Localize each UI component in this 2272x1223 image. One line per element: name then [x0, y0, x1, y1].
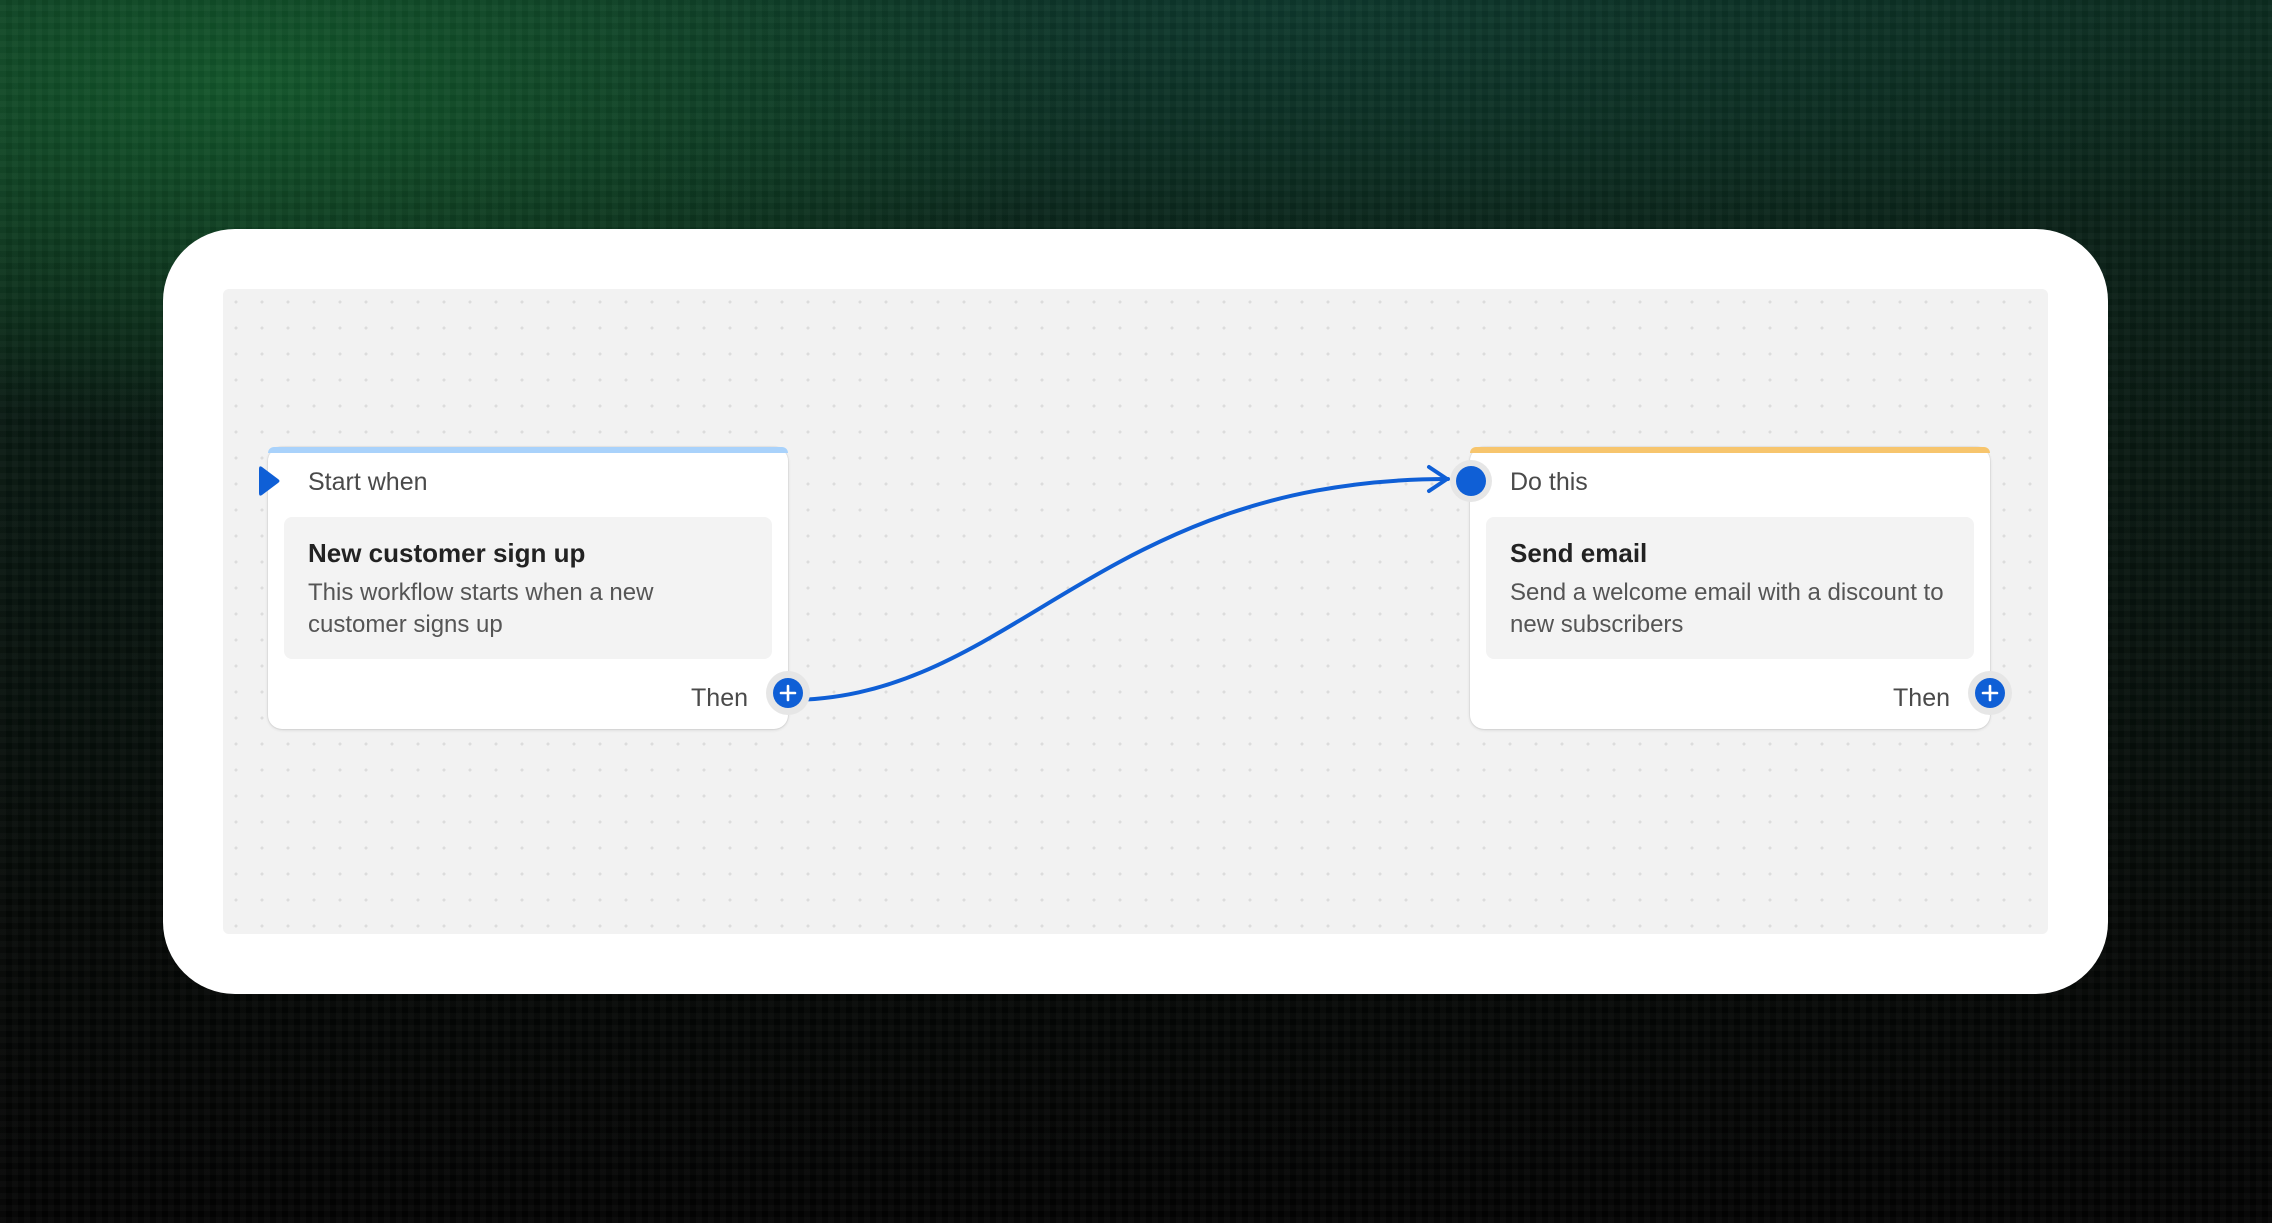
trigger-node-accent	[268, 447, 788, 453]
trigger-then-label: Then	[691, 684, 748, 712]
action-then-label: Then	[1893, 684, 1950, 712]
workflow-canvas[interactable]: Start when New customer sign up This wor…	[223, 289, 2048, 934]
connection-dot-icon[interactable]	[1450, 460, 1492, 502]
action-description: Send a welcome email with a discount to …	[1510, 579, 1944, 638]
trigger-node[interactable]: Start when New customer sign up This wor…	[259, 447, 810, 729]
workflow-frame: Start when New customer sign up This wor…	[163, 229, 2108, 994]
action-node[interactable]: Do this Send email Send a welcome email …	[1450, 447, 2012, 729]
action-header: Do this	[1510, 468, 1588, 496]
trigger-add-step-button[interactable]	[766, 671, 810, 715]
action-add-step-button[interactable]	[1968, 671, 2012, 715]
trigger-description: This workflow starts when a new customer…	[308, 579, 654, 638]
action-node-accent	[1470, 447, 1990, 453]
action-card[interactable]: Send email Send a welcome email with a d…	[1486, 517, 1974, 659]
trigger-header: Start when	[308, 468, 428, 496]
trigger-title: New customer sign up	[308, 538, 586, 568]
connector-line	[786, 477, 1450, 702]
play-marker-icon	[259, 466, 280, 496]
plus-icon	[773, 678, 803, 708]
action-title: Send email	[1510, 538, 1648, 568]
plus-icon	[1975, 678, 2005, 708]
trigger-card[interactable]: New customer sign up This workflow start…	[284, 517, 772, 659]
